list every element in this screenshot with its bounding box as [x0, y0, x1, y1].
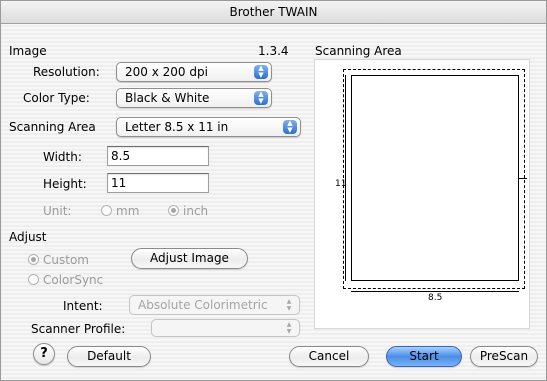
- width-field[interactable]: 8.5: [107, 146, 209, 166]
- unit-mm-radio[interactable]: [101, 205, 112, 216]
- intent-popup[interactable]: Absolute Colorimetric ▲ ▼: [129, 295, 300, 315]
- color-type-popup[interactable]: Black & White ▲ ▼: [116, 88, 272, 108]
- unit-label: Unit:: [43, 204, 72, 218]
- height-ruler-line: [345, 75, 346, 281]
- updown-arrows-icon: ▲ ▼: [254, 65, 268, 79]
- twain-dialog: Brother TWAIN Image 1.3.4 Resolution: 20…: [0, 0, 547, 381]
- resolution-label: Resolution:: [33, 65, 100, 79]
- scanner-profile-popup[interactable]: ▲ ▼: [151, 319, 300, 337]
- unit-inch-label: inch: [183, 204, 209, 218]
- color-type-label: Color Type:: [23, 91, 90, 105]
- scan-preview-pane[interactable]: 11 8.5: [314, 59, 530, 329]
- unit-inch-radio[interactable]: [168, 205, 179, 216]
- width-label: Width:: [43, 150, 82, 164]
- resolution-value: 200 x 200 dpi: [125, 65, 208, 79]
- intent-value: Absolute Colorimetric: [138, 298, 268, 312]
- image-section-label: Image: [9, 44, 47, 58]
- height-label: Height:: [43, 177, 87, 191]
- scanning-area-label: Scanning Area: [9, 120, 96, 134]
- width-ruler-label: 8.5: [428, 293, 443, 303]
- intent-label: Intent:: [63, 299, 103, 313]
- right-ruler-tick: [519, 178, 527, 179]
- cancel-button[interactable]: Cancel: [289, 346, 369, 367]
- resolution-popup[interactable]: 200 x 200 dpi ▲ ▼: [116, 62, 272, 82]
- updown-arrows-icon: ▲ ▼: [283, 120, 297, 134]
- preview-title: Scanning Area: [315, 44, 402, 58]
- scanning-area-value: Letter 8.5 x 11 in: [125, 120, 229, 134]
- help-button[interactable]: ?: [33, 343, 55, 365]
- unit-mm-label: mm: [116, 204, 140, 218]
- width-ruler-line: [351, 291, 519, 292]
- scanner-profile-label: Scanner Profile:: [31, 322, 126, 336]
- colorsync-label: ColorSync: [43, 273, 104, 287]
- question-mark-icon: ?: [40, 346, 48, 361]
- version-label: 1.3.4: [258, 44, 289, 58]
- custom-radio[interactable]: [28, 254, 39, 265]
- height-field[interactable]: 11: [107, 173, 209, 193]
- default-button[interactable]: Default: [67, 346, 151, 367]
- custom-label: Custom: [43, 253, 89, 267]
- start-button[interactable]: Start: [386, 346, 462, 367]
- scan-area-page: [351, 75, 519, 281]
- adjust-section-label: Adjust: [9, 230, 47, 244]
- colorsync-radio[interactable]: [28, 274, 39, 285]
- scanning-area-popup[interactable]: Letter 8.5 x 11 in ▲ ▼: [116, 117, 301, 137]
- updown-arrows-icon: ▲ ▼: [286, 321, 292, 335]
- height-ruler-label: 11: [335, 179, 347, 189]
- color-type-value: Black & White: [125, 91, 210, 105]
- updown-arrows-icon: ▲ ▼: [286, 298, 292, 312]
- adjust-image-button[interactable]: Adjust Image: [131, 248, 248, 269]
- updown-arrows-icon: ▲ ▼: [254, 91, 268, 105]
- window-title: Brother TWAIN: [1, 1, 546, 24]
- prescan-button[interactable]: PreScan: [470, 346, 538, 367]
